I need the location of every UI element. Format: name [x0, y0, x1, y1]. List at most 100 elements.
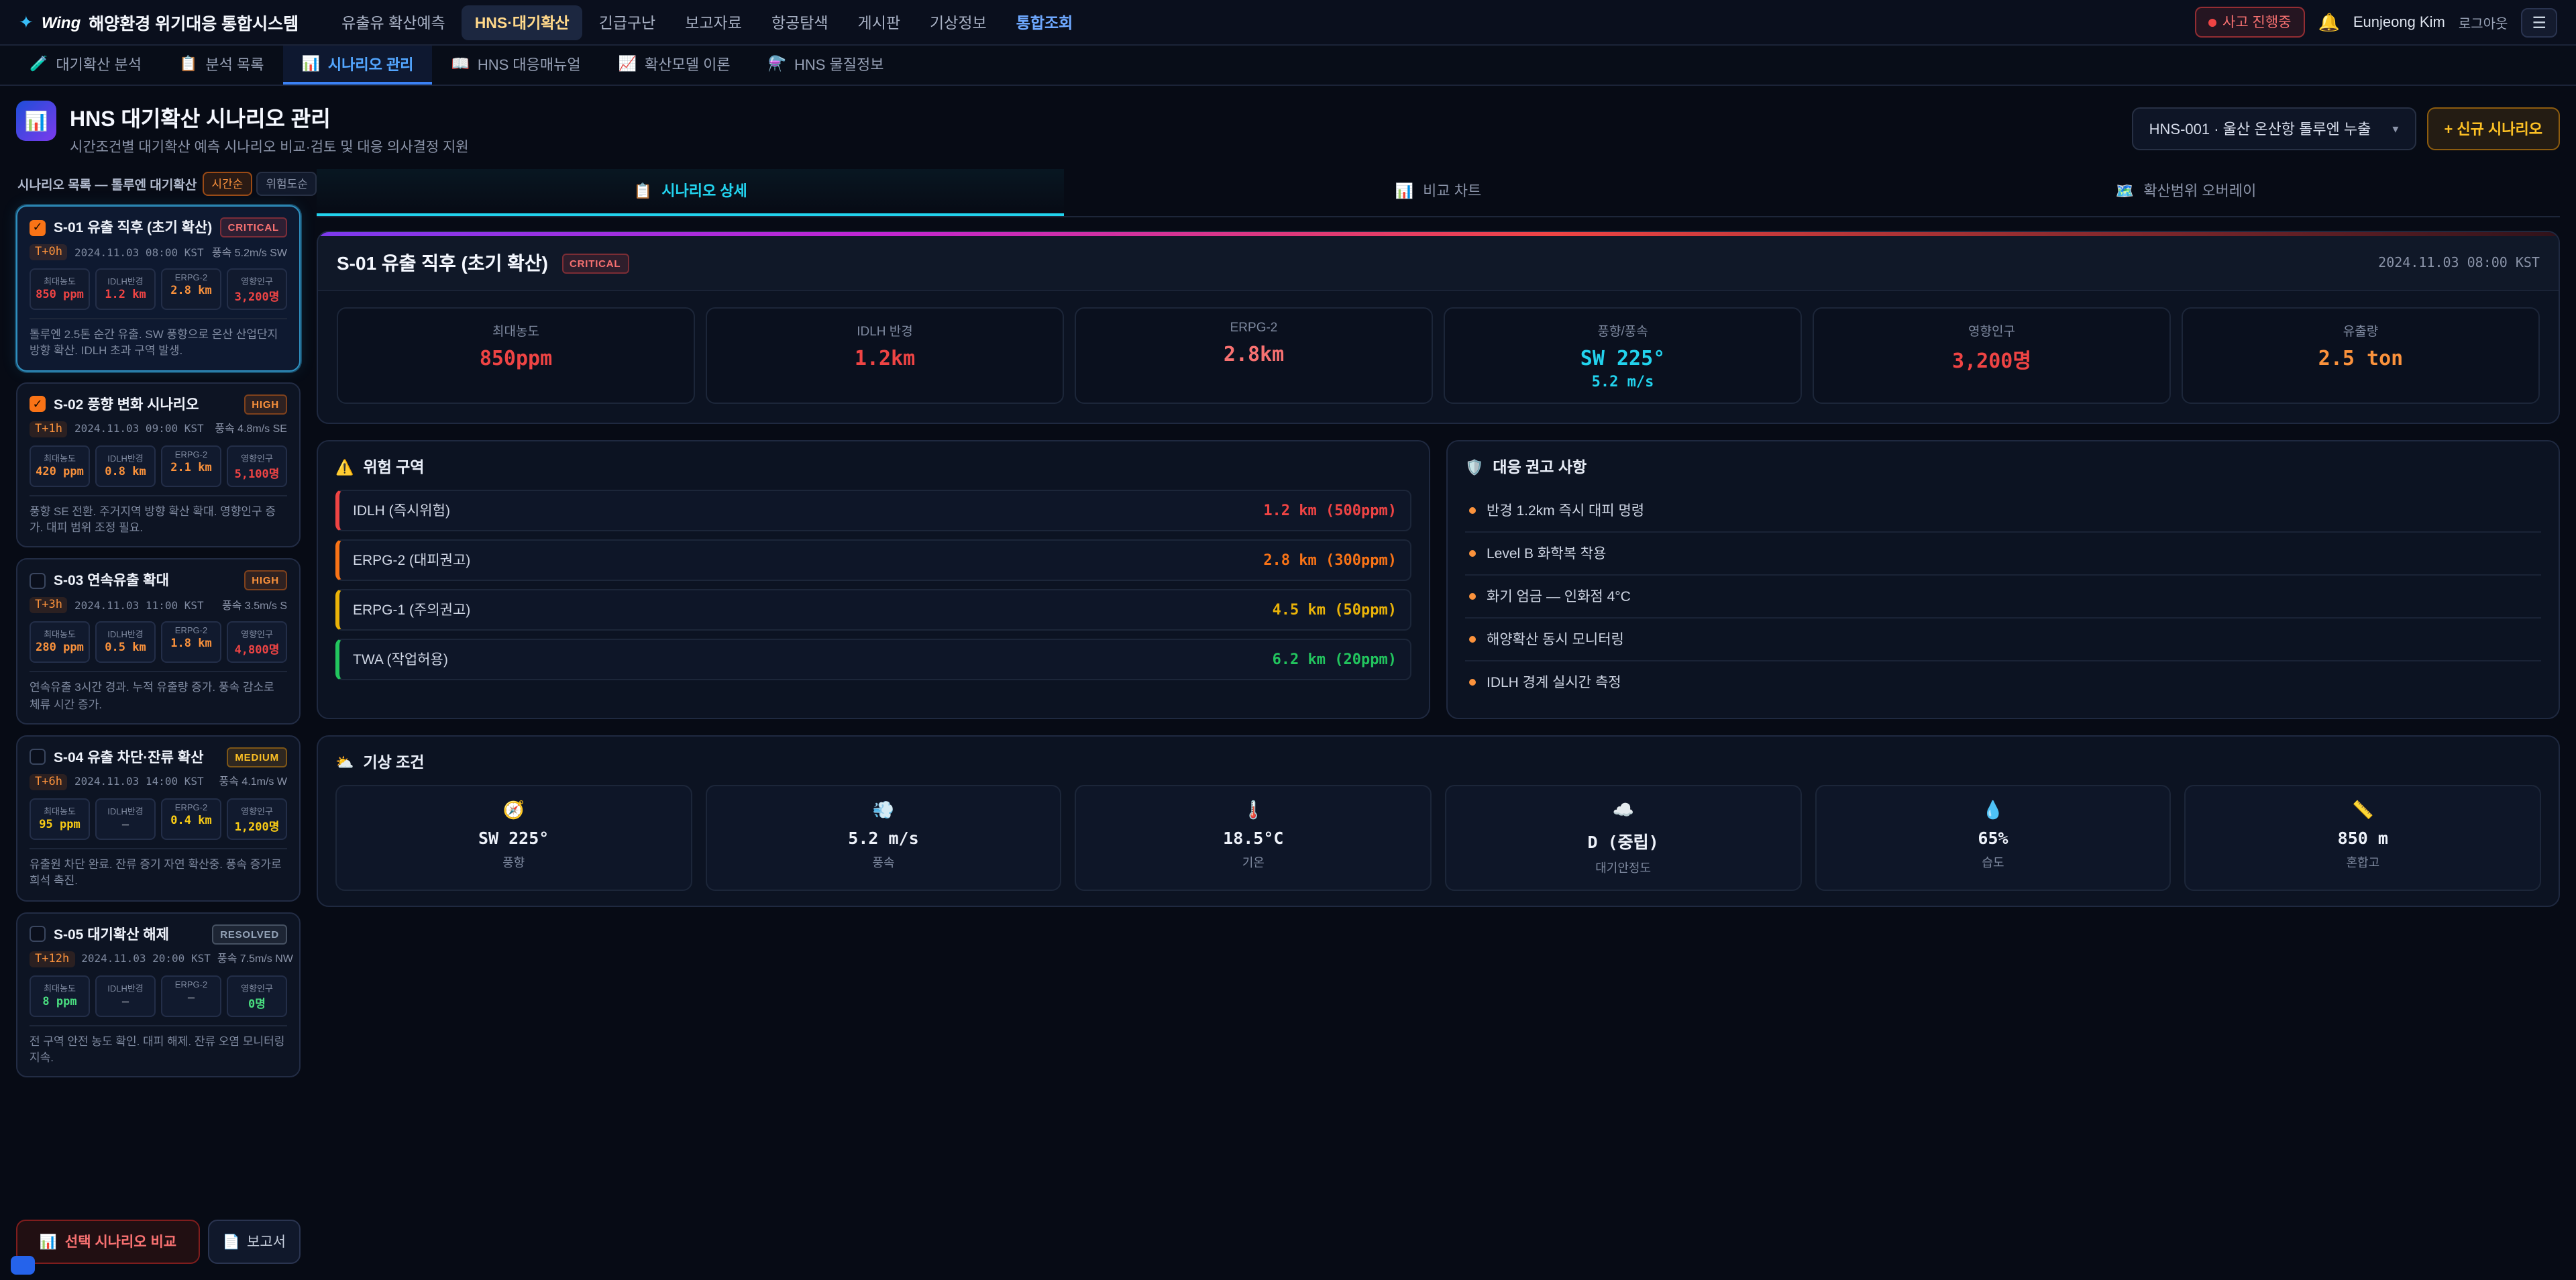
new-scenario-button[interactable]: + 신규 시나리오 [2426, 107, 2560, 150]
weather-card-wind-speed: 💨 5.2 m/s 풍속 [705, 785, 1061, 891]
logout-button[interactable]: 로그아웃 [2459, 12, 2508, 32]
recommendation-item: 화기 엄금 — 인화점 4°C [1465, 576, 2541, 619]
nav-item-board[interactable]: 게시판 [845, 5, 914, 40]
scenario-sidebar: 시나리오 목록 — 톨루엔 대기확산 시간순 위험도순 ✓ S-01 유출 직후… [16, 169, 301, 1267]
stat-value: 2.8km [1084, 342, 1424, 366]
recommendation-text: IDLH 경계 실시간 측정 [1487, 672, 1621, 692]
metric-value: 8 ppm [32, 995, 87, 1008]
scenario-checkbox[interactable]: ✓ [30, 926, 46, 942]
stat-value: 850ppm [346, 346, 686, 370]
metric-box: IDLH반경 0.5 km [95, 622, 156, 663]
metric-label: ERPG-2 [164, 274, 219, 283]
zone-value: 2.8 km (300ppm) [1263, 551, 1397, 569]
metric-box: IDLH반경 1.2 km [95, 268, 156, 310]
scenario-card-s05[interactable]: ✓ S-05 대기확산 해제 RESOLVED T+12h 2024.11.03… [16, 912, 301, 1077]
nav-item-oil-spill-prediction[interactable]: 유출유 확산예측 [328, 5, 459, 40]
report-label: 보고서 [247, 1232, 286, 1252]
nav-item-weather-info[interactable]: 기상정보 [916, 5, 1000, 40]
scenario-wind: 풍속 4.1m/s W [219, 775, 287, 790]
scenario-title: S-01 유출 직후 (초기 확산) [54, 217, 212, 237]
tab-label: 확산모델 이론 [645, 53, 731, 74]
zone-value: 1.2 km (500ppm) [1263, 502, 1397, 519]
map-tab-icon: 🗺️ [2116, 182, 2134, 199]
bullet-icon [1469, 636, 1476, 643]
metric-value: 2.1 km [164, 461, 219, 474]
chart-tab-icon: 📊 [1395, 182, 1413, 199]
bell-icon[interactable]: 🔔 [2318, 11, 2339, 33]
sort-by-risk-button[interactable]: 위험도순 [256, 172, 317, 196]
page-icon: 📊 [16, 101, 56, 141]
nav-item-integrated-search[interactable]: 통합조회 [1003, 5, 1087, 40]
recommendation-text: 화기 엄금 — 인화점 4°C [1487, 586, 1631, 606]
metric-value: 0.4 km [164, 814, 219, 828]
tab-label: 분석 목록 [205, 53, 264, 74]
metric-label: IDLH반경 [98, 274, 153, 287]
compare-scenarios-button[interactable]: 📊 선택 시나리오 비교 [16, 1220, 200, 1264]
scenario-checkbox[interactable]: ✓ [30, 396, 46, 412]
report-button[interactable]: 📄 보고서 [208, 1220, 301, 1264]
recommendation-text: 반경 1.2km 즉시 대피 명령 [1487, 500, 1644, 521]
incident-select[interactable]: HNS-001 · 울산 온산항 톨루엔 누출 ▾ [2132, 107, 2416, 150]
tab-compare-chart[interactable]: 📊 비교 차트 [1065, 169, 1813, 216]
tab-diffusion-overlay[interactable]: 🗺️ 확산범위 오버레이 [1812, 169, 2560, 216]
tab-scenario-management[interactable]: 📊 시나리오 관리 [282, 46, 432, 85]
floating-widget[interactable] [11, 1256, 35, 1275]
stat-max-concentration: 최대농도 850ppm [337, 307, 695, 404]
scenario-wind: 풍속 5.2m/s SW [212, 245, 287, 260]
wind-direction-value: SW 225° [1580, 346, 1665, 370]
tab-hns-substance-info[interactable]: ⚗️ HNS 물질정보 [749, 46, 903, 85]
bullet-icon [1469, 507, 1476, 514]
app-logo[interactable]: ✦ Wing 해양환경 위기대응 통합시스템 [19, 9, 299, 35]
tab-diffusion-analysis[interactable]: 🧪 대기확산 분석 [11, 46, 160, 85]
stat-label: 영향인구 [1822, 321, 2161, 339]
metric-box: IDLH반경 — [95, 975, 156, 1016]
stat-affected-population: 영향인구 3,200명 [1813, 307, 2171, 404]
metric-label: 최대농도 [32, 627, 87, 641]
shield-icon: 🛡️ [1465, 458, 1483, 476]
tab-model-theory[interactable]: 📈 확산모델 이론 [600, 46, 749, 85]
droplet-icon: 💧 [1821, 800, 2164, 821]
hamburger-menu-icon[interactable]: ☰ [2521, 7, 2557, 37]
nav-item-aerial-search[interactable]: 항공탐색 [758, 5, 842, 40]
nav-item-reports[interactable]: 보고자료 [672, 5, 755, 40]
wind-icon: 💨 [712, 800, 1055, 821]
nav-item-hns-diffusion[interactable]: HNS·대기확산 [462, 5, 583, 40]
recommendations-panel: 🛡️ 대응 권고 사항 반경 1.2km 즉시 대피 명령 Level B 화학… [1446, 440, 2560, 719]
scenario-description: 전 구역 안전 농도 확인. 대피 해제. 잔류 오염 모니터링 지속. [30, 1024, 287, 1065]
metric-box: 최대농도 8 ppm [30, 975, 90, 1016]
metric-label: ERPG-2 [164, 980, 219, 990]
scenario-checkbox[interactable]: ✓ [30, 573, 46, 589]
risk-zones-panel: ⚠️ 위험 구역 IDLH (즉시위험) 1.2 km (500ppm) ERP… [317, 440, 1430, 719]
scenario-card-s04[interactable]: ✓ S-04 유출 차단·잔류 확산 MEDIUM T+6h 2024.11.0… [16, 735, 301, 901]
sort-by-time-button[interactable]: 시간순 [202, 172, 252, 196]
tab-scenario-detail[interactable]: 📋 시나리오 상세 [317, 169, 1065, 216]
metric-label: IDLH반경 [98, 627, 153, 641]
scenario-checkbox[interactable]: ✓ [30, 749, 46, 765]
recommendation-item: IDLH 경계 실시간 측정 [1465, 661, 2541, 703]
module-tab-bar: 🧪 대기확산 분석 📋 분석 목록 📊 시나리오 관리 📖 HNS 대응매뉴얼 … [0, 46, 2576, 86]
compass-icon: 🧭 [342, 800, 685, 821]
tab-hns-manual[interactable]: 📖 HNS 대응매뉴얼 [432, 46, 599, 85]
metric-value: 5,100명 [229, 465, 284, 481]
scenario-card-s03[interactable]: ✓ S-03 연속유출 확대 HIGH T+3h 2024.11.03 11:0… [16, 559, 301, 725]
metric-value: — [98, 818, 153, 832]
scenario-checkbox[interactable]: ✓ [30, 219, 46, 235]
document-icon: 📄 [223, 1233, 240, 1250]
weather-label: 혼합고 [2192, 853, 2534, 871]
weather-title: 기상 조건 [363, 751, 424, 773]
scenario-card-s01[interactable]: ✓ S-01 유출 직후 (초기 확산) CRITICAL T+0h 2024.… [16, 205, 301, 371]
scenario-title: S-02 풍향 변화 시나리오 [54, 394, 235, 414]
nav-item-emergency-rescue[interactable]: 긴급구난 [586, 5, 669, 40]
recommendation-item: 반경 1.2km 즉시 대피 명령 [1465, 490, 2541, 533]
metric-value: 1.2 km [98, 288, 153, 302]
bullet-icon [1469, 679, 1476, 686]
tab-analysis-list[interactable]: 📋 분석 목록 [160, 46, 283, 85]
incident-status-badge[interactable]: 사고 진행중 [2194, 7, 2304, 38]
scenario-title: S-03 연속유출 확대 [54, 571, 235, 591]
stat-wind: 풍향/풍속 SW 225° 5.2 m/s [1444, 307, 1802, 404]
scenario-card-s02[interactable]: ✓ S-02 풍향 변화 시나리오 HIGH T+1h 2024.11.03 0… [16, 382, 301, 547]
detail-stats-row: 최대농도 850ppm IDLH 반경 1.2km ERPG-2 2.8km 풍… [318, 291, 2559, 423]
weather-card-mixing-height: 📏 850 m 혼합고 [2185, 785, 2541, 891]
tab-label: 시나리오 관리 [328, 53, 414, 74]
severity-badge: MEDIUM [227, 747, 287, 767]
